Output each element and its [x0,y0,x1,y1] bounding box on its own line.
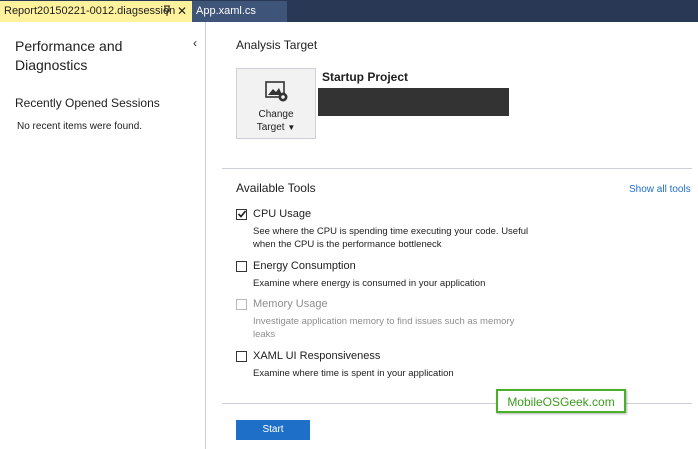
section-divider [222,168,692,169]
tool-description: See where the CPU is spending time execu… [253,226,529,250]
change-target-label-line1: Change [258,109,294,120]
tab-title: Report20150221-0012.diagsession [4,5,176,17]
pin-icon[interactable] [162,5,172,17]
memory-usage-checkbox [236,299,247,310]
close-icon[interactable]: ✕ [177,4,187,18]
checkmark-icon [237,210,247,218]
tool-name: Memory Usage [253,298,328,310]
tool-description: Examine where time is spent in your appl… [253,368,454,379]
main-panel: Analysis Target Change Target ▼ Startup … [206,22,698,449]
tool-name: CPU Usage [253,208,312,220]
show-all-tools-link[interactable]: Show all tools [629,184,691,195]
energy-consumption-checkbox[interactable] [236,261,247,272]
recent-sessions-heading: Recently Opened Sessions [15,96,160,110]
document-tab-strip: Report20150221-0012.diagsession ✕ App.xa… [0,0,698,22]
recent-sessions-empty-text: No recent items were found. [17,121,143,132]
tab-title: App.xaml.cs [196,5,256,17]
tool-description: Examine where energy is consumed in your… [253,278,486,289]
diagnostics-window: Report20150221-0012.diagsession ✕ App.xa… [0,0,698,449]
watermark-logo: MobileOSGeek.com [496,389,626,413]
tool-name: Energy Consumption [253,260,356,272]
redacted-project-name [318,88,509,116]
collapse-chevron-icon[interactable]: ‹ [193,36,197,50]
change-target-button[interactable]: Change Target ▼ [236,68,316,139]
available-tools-heading: Available Tools [236,181,316,195]
xaml-ui-responsiveness-checkbox[interactable] [236,351,247,362]
change-target-label-line2: Target ▼ [237,121,315,134]
sidebar: Performance and Diagnostics ‹ Recently O… [0,22,206,449]
target-settings-icon [265,81,288,102]
tool-name: XAML UI Responsiveness [253,350,381,362]
tab-app-xaml-cs[interactable]: App.xaml.cs [192,1,287,22]
sidebar-title: Performance and Diagnostics [15,38,123,73]
start-button[interactable]: Start [236,420,310,440]
startup-project-label: Startup Project [322,70,409,84]
cpu-usage-checkbox[interactable] [236,209,247,220]
dropdown-arrow-icon: ▼ [287,123,296,132]
change-target-label-text: Target [256,122,285,133]
tool-description: Investigate application memory to find i… [253,316,515,340]
analysis-target-heading: Analysis Target [236,38,318,52]
tab-diagsession[interactable]: Report20150221-0012.diagsession ✕ [0,1,192,22]
watermark-text: MobileOSGeek.com [507,395,615,409]
